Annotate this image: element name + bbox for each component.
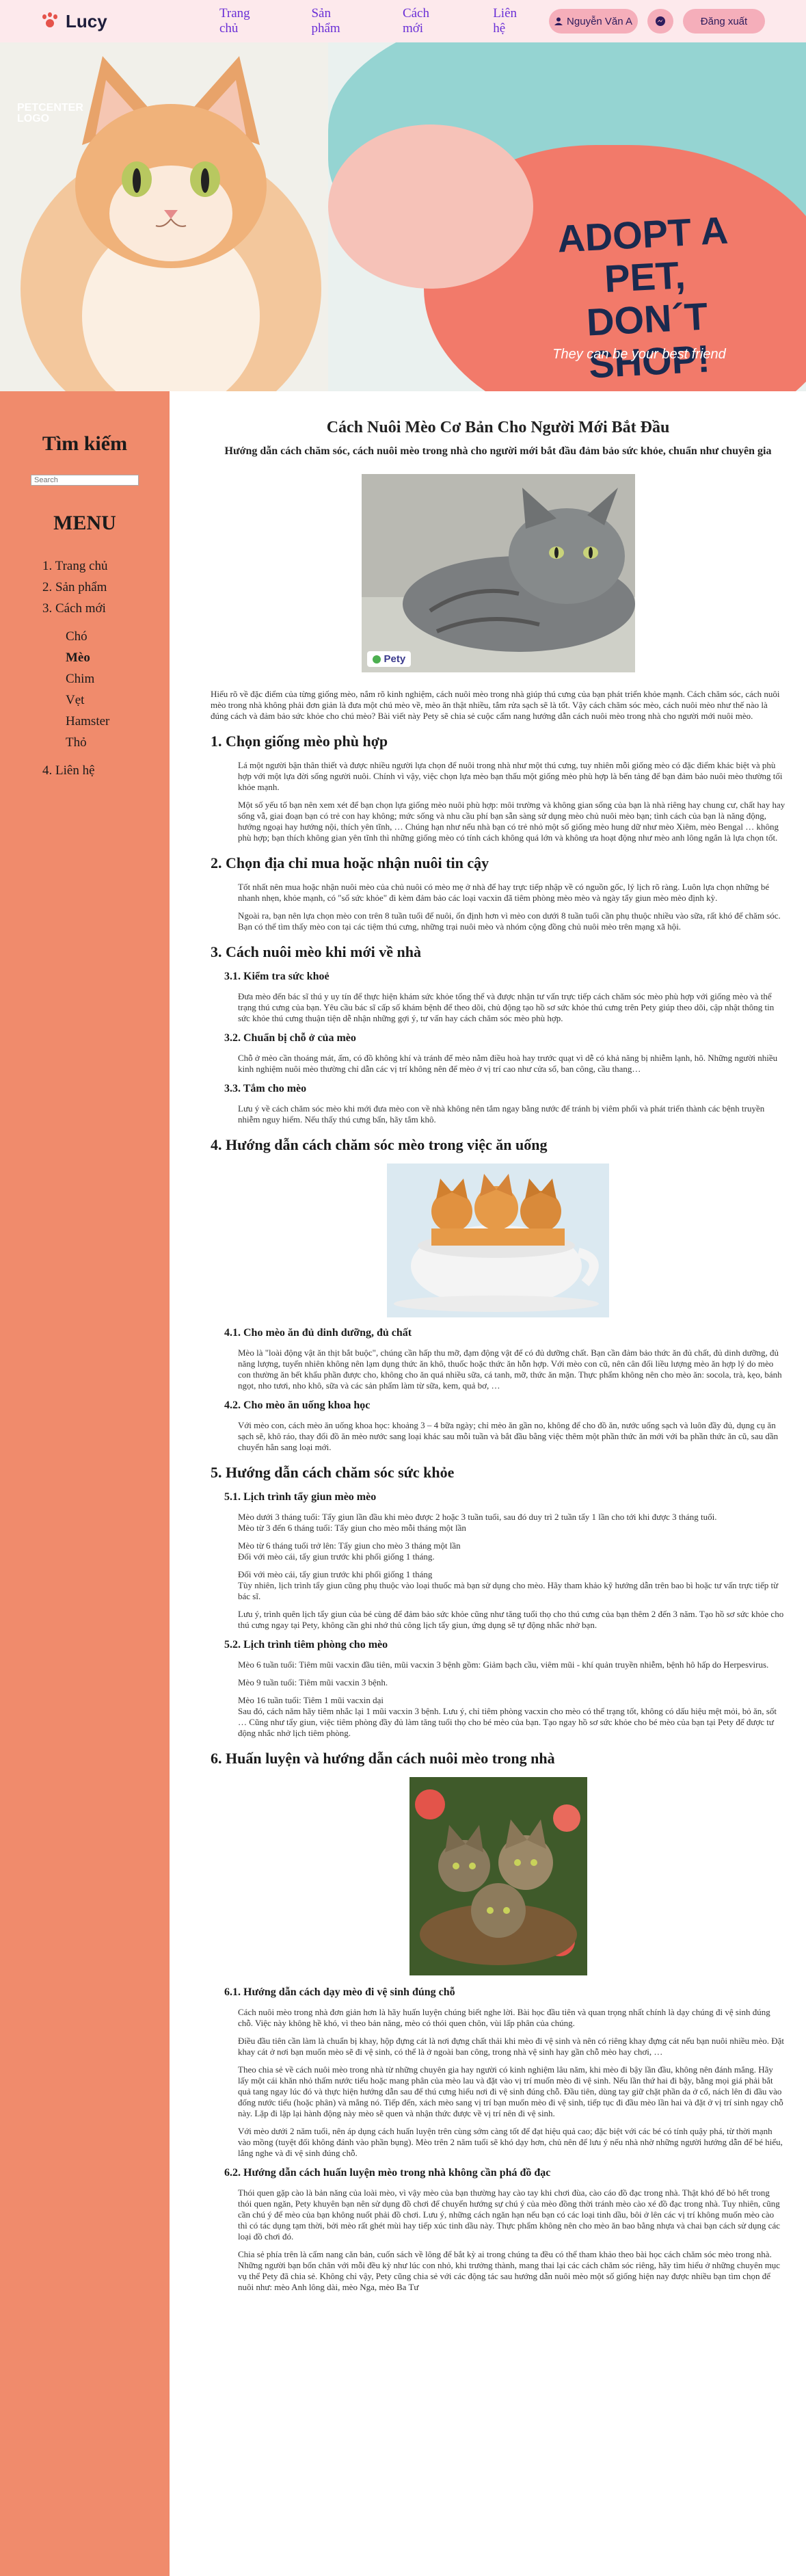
article-image-kittens-cup [387,1164,609,1317]
search-heading: Tìm kiếm [42,432,128,455]
sidebar-menu: 1. Trang chủ 2. Sản phẩm 3. Cách mới Chó… [42,555,170,781]
section-6-2-paragraph-2: Chia sẻ phía trên là cẩm nang căn bản, c… [238,2249,781,2292]
sidebar-subitem-dog[interactable]: Chó [66,626,170,647]
hero-subtitle: They can be your best friend [552,347,726,362]
kittens-basket-illustration [409,1777,587,1975]
section-6-1-paragraph-3: Theo chia sẻ về cách nuôi mèo trong nhà … [238,2064,783,2118]
article-image-cat-lying: Pety [361,474,635,672]
section-4-1-paragraph: Mèo là "loài động vật ăn thịt bắt buộc",… [238,1348,782,1391]
section-4-title: 4. Hướng dẫn cách chăm sóc mèo trong việ… [211,1136,548,1153]
sidebar-subitem-bird[interactable]: Chim [66,668,170,689]
sidebar-item-home[interactable]: 1. Trang chủ [42,555,170,577]
section-3-title: 3. Cách nuôi mèo khi mới về nhà [211,943,421,960]
nav-link-contact[interactable]: Liên hệ [467,6,549,36]
brand-name: Lucy [66,10,107,31]
sidebar-item-contact[interactable]: 4. Liên hệ [42,760,170,781]
watermark-text: Pety [384,653,406,665]
sidebar-item-products[interactable]: 2. Sản phẩm [42,577,170,598]
section-5-2-paragraph-3: Mèo 16 tuần tuổi: Tiêm 1 mũi vacxin dại … [238,1695,777,1738]
kittens-cup-illustration [387,1164,609,1317]
section-5-2-paragraph-1: Mèo 6 tuần tuổi: Tiêm mũi vacxin đầu tiê… [238,1659,769,1670]
nav-actions: Nguyễn Văn A Đăng xuất [549,9,765,34]
section-3-3-title: 3.3. Tắm cho mèo [224,1083,307,1094]
section-5-title: 5. Hướng dẫn cách chăm sóc sức khỏe [211,1464,455,1481]
section-1-title: 1. Chọn giống mèo phù hợp [211,733,388,750]
section-5-2-paragraph-2: Mèo 9 tuần tuổi: Tiêm mũi vacxin 3 bệnh. [238,1677,388,1687]
section-1-paragraph-1: Lá một người bận thân thiết và được nhiề… [238,760,783,792]
hero-brand-logo: PETCENTER LOGO [17,102,83,124]
section-3-1-paragraph: Đưa mèo đến bác sĩ thú y uy tín để thực … [238,991,775,1023]
logout-button[interactable]: Đăng xuất [683,9,765,34]
cat-lying-illustration [361,474,635,672]
section-4-2-title: 4.2. Cho mèo ăn uống khoa học [224,1399,371,1411]
section-4-2-paragraph: Với mèo con, cách mèo ăn uống khoa học: … [238,1420,779,1452]
sidebar-subitem-rabbit[interactable]: Thỏ [66,732,170,753]
section-4-1-title: 4.1. Cho mèo ăn đủ dinh dưỡng, đủ chất [224,1327,412,1339]
section-5-1-paragraph-3: Đối với mèo cái, tẩy giun trước khi phối… [238,1569,779,1601]
sidebar-subitem-parrot[interactable]: Vẹt [66,689,170,711]
main-layout: Tìm kiếm MENU 1. Trang chủ 2. Sản phẩm 3… [0,391,806,2576]
article-subtitle: Hướng dẫn cách chăm sóc, cách nuôi mèo t… [224,445,772,457]
search-input[interactable] [31,475,139,486]
pety-logo-icon [372,655,381,663]
article-intro: Hiểu rõ về đặc điểm của từng giống mèo, … [211,689,780,721]
image-watermark: Pety [366,651,412,667]
user-button[interactable]: Nguyễn Văn A [549,9,638,34]
nav-link-new[interactable]: Cách mới [377,6,467,36]
nav-link-products[interactable]: Sản phẩm [285,6,376,36]
section-6-1-paragraph-4: Với mèo dưới 2 năm tuổi, nên áp dụng các… [238,2126,783,2158]
hero-title-line1: ADOPT A PET, [556,208,729,301]
section-6-2-title: 6.2. Hướng dẫn cách huấn luyện mèo trong… [224,2167,551,2179]
section-3-2-title: 3.2. Chuẩn bị chỗ ở của mèo [224,1032,356,1044]
section-5-2-title: 5.2. Lịch trình tiêm phòng cho mèo [224,1639,388,1651]
section-2-title: 2. Chọn địa chỉ mua hoặc nhận nuôi tin c… [211,854,489,871]
section-5-1-title: 5.1. Lịch trình tẩy giun mèo mèo [224,1491,377,1503]
section-2-paragraph-2: Ngoài ra, bạn nên lựa chọn mèo con trên … [238,910,781,932]
hero-pink-shape [328,124,533,289]
section-6-2-paragraph-1: Thói quen gặp cào là bản năng của loài m… [238,2187,780,2242]
article-title: Cách Nuôi Mèo Cơ Bản Cho Người Mới Bắt Đ… [326,419,670,436]
paw-icon [41,12,59,30]
messenger-icon [656,16,665,26]
section-3-1-title: 3.1. Kiểm tra sức khoẻ [224,971,330,982]
sidebar-subitem-hamster[interactable]: Hamster [66,711,170,732]
user-icon [554,17,563,25]
sidebar: Tìm kiếm MENU 1. Trang chủ 2. Sản phẩm 3… [0,391,170,2576]
section-2-paragraph-1: Tốt nhất nên mua hoặc nhận nuôi mèo của … [238,882,770,903]
nav-link-home[interactable]: Trang chủ [193,6,286,36]
sidebar-item-new[interactable]: 3. Cách mới [42,598,170,619]
top-navbar: Lucy Trang chủ Sản phẩm Cách mới Liên hệ… [0,0,806,42]
sidebar-submenu: Chó Mèo Chim Vẹt Hamster Thỏ [66,626,170,753]
messenger-button[interactable] [647,9,673,34]
section-5-1-paragraph-1: Mèo dưới 3 tháng tuổi: Tẩy giun lần đầu … [238,1512,717,1533]
user-name: Nguyễn Văn A [567,15,632,27]
article-content: Cách Nuôi Mèo Cơ Bản Cho Người Mới Bắt Đ… [170,391,806,2576]
hero-banner: PETCENTER LOGO ADOPT A PET, DON´T SHOP! T… [0,42,806,391]
section-6-1-paragraph-1: Cách nuôi mèo trong nhà đơn giản hơn là … [238,2007,770,2028]
section-3-2-paragraph: Chỗ ở mèo cần thoáng mát, ấm, có đồ khôn… [238,1053,778,1074]
section-5-1-paragraph-2: Mèo từ 6 tháng tuổi trở lên: Tẩy giun ch… [238,1540,461,1562]
section-3-3-paragraph: Lưu ý về cách chăm sóc mèo khi mới đưa m… [238,1103,765,1125]
main-nav: Trang chủ Sản phẩm Cách mới Liên hệ [193,6,549,36]
section-6-title: 6. Huấn luyện và hướng dẫn cách nuôi mèo… [211,1750,555,1767]
sidebar-subitem-cat[interactable]: Mèo [66,647,170,668]
menu-heading: MENU [53,512,116,534]
article-image-kittens-basket [409,1777,587,1975]
section-5-1-paragraph-4: Lưu ý, trình quên lịch tẩy giun của bé c… [238,1609,784,1630]
hero-title-line2: DON´T SHOP! [585,294,712,386]
section-6-1-paragraph-2: Điều đầu tiên cần làm là chuẩn bị khay, … [238,2036,785,2057]
hero-cat-image [0,42,328,391]
section-6-1-title: 6.1. Hướng dẫn cách dạy mèo đi vệ sinh đ… [224,1986,455,1998]
brand-logo[interactable]: Lucy [41,11,162,32]
section-1-paragraph-2: Một số yếu tố bạn nên xem xét để bạn chọ… [238,800,785,843]
